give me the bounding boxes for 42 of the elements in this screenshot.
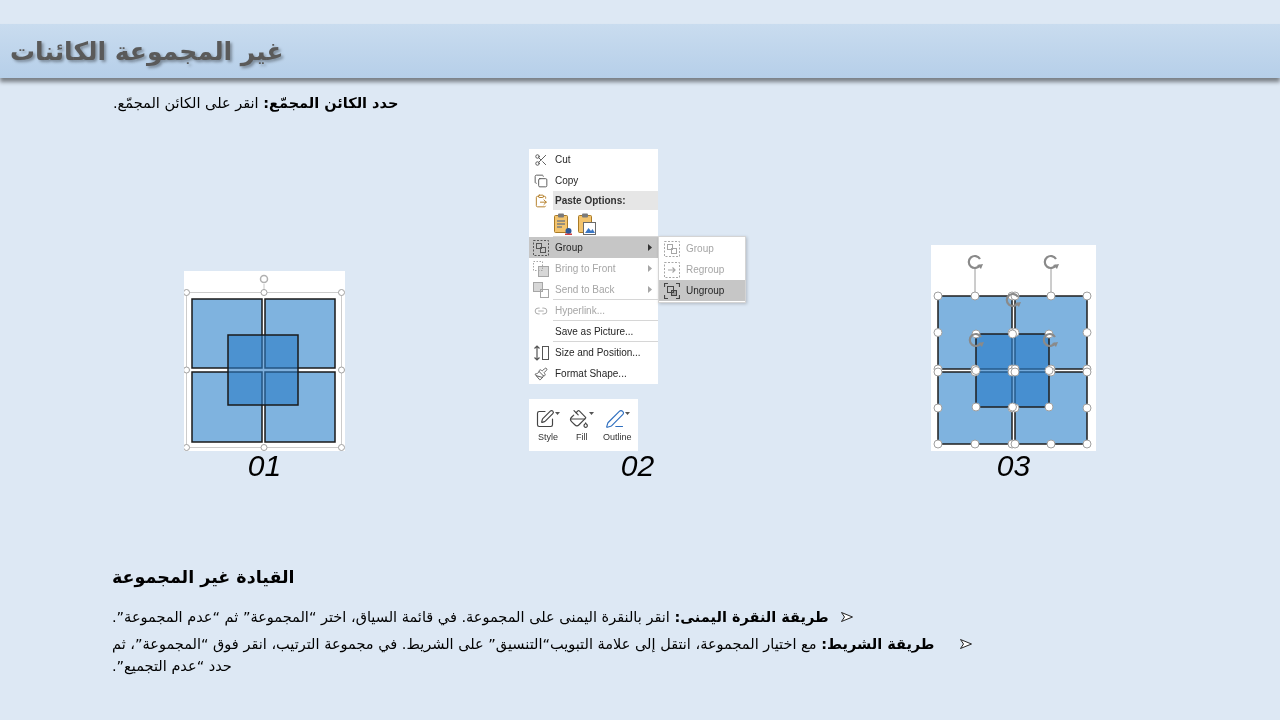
- toolbar-button[interactable]: Style: [535, 408, 561, 442]
- menu-item[interactable]: Group: [529, 237, 658, 258]
- clipboard-text-icon[interactable]: [554, 212, 572, 235]
- clipboard-icon: [534, 193, 548, 208]
- bullet-text: طريقة الشريط: مع اختيار المجموعة، انتقل إلى علامة التبويب“التنسيق” على الشريط. في مجموعة الترتيب، انقر فوق “المجموعة”، ثم حدد “عدم التجميع”.: [112, 635, 936, 677]
- toolbar-button[interactable]: Fill: [569, 408, 595, 442]
- arrow-bullet-icon: [840, 612, 853, 622]
- figure-caption: 01: [247, 452, 282, 480]
- caret-icon: [648, 286, 652, 293]
- caret-icon: [589, 411, 595, 415]
- resize-icon: [533, 344, 549, 361]
- scissors-icon: [534, 152, 548, 167]
- caret-icon: [648, 265, 652, 272]
- figure-caption: 03: [996, 452, 1031, 480]
- caret-icon: [648, 244, 652, 251]
- group-icon: [664, 240, 680, 257]
- figure-caption: 02: [620, 452, 655, 480]
- submenu-item[interactable]: Ungroup: [659, 280, 745, 301]
- regroup-icon: [664, 261, 680, 278]
- menu-item[interactable]: Format Shape...: [529, 363, 658, 384]
- pen-line-icon: [604, 408, 625, 429]
- bring-to-front-icon: [533, 260, 549, 277]
- copy-icon: [534, 173, 548, 188]
- menu-item[interactable]: Copy: [529, 170, 658, 191]
- caret-icon: [624, 411, 630, 415]
- send-to-back-icon: [533, 281, 549, 298]
- menu-item[interactable]: Save as Picture...: [529, 321, 658, 342]
- paint-bucket-icon: [569, 408, 590, 429]
- instruction-text: حدد الكائن المجمّع: انقر على الكائن المجمّع.: [113, 94, 399, 113]
- arrow-bullet-icon: [960, 639, 972, 649]
- menu-section-header: Paste Options:: [553, 191, 658, 210]
- caret-icon: [555, 411, 561, 415]
- bullet-text: طريقة النقرة اليمنى: انقر بالنقرة اليمنى على المجموعة. في قائمة السياق، اختر “المجموعة” ثم “عدم المجموعة”.: [112, 608, 829, 628]
- ungroup-icon: [664, 282, 680, 299]
- section-heading: القيادة غير المجموعة: [112, 566, 295, 590]
- menu-item[interactable]: Cut: [529, 149, 658, 170]
- paintbrush-icon: [534, 366, 548, 381]
- square-pen-icon: [535, 408, 556, 429]
- menu-item[interactable]: Size and Position...: [529, 342, 658, 363]
- toolbar-button[interactable]: Outline: [603, 408, 632, 442]
- clipboard-picture-icon[interactable]: [578, 212, 596, 235]
- group-icon: [533, 239, 549, 256]
